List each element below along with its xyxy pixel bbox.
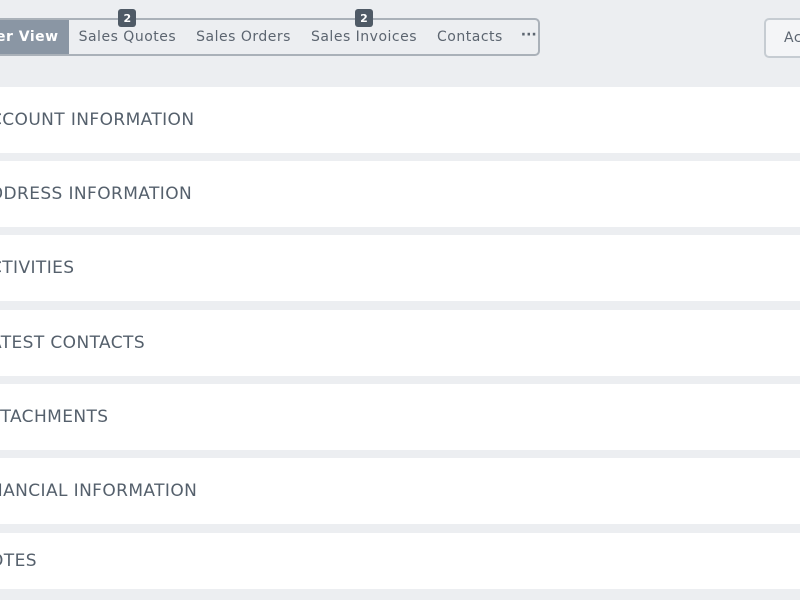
section-title: CCOUNT INFORMATION	[0, 110, 195, 130]
tab-overview-label: er View	[0, 29, 59, 45]
section-latest-contacts[interactable]: ATEST CONTACTS	[0, 310, 800, 376]
tab-overview[interactable]: er View	[0, 20, 69, 54]
tab-sales-invoices-label: Sales Invoices	[310, 29, 418, 45]
section-financial-information[interactable]: NANCIAL INFORMATION	[0, 458, 800, 524]
action-button[interactable]: Ac	[764, 18, 800, 58]
tab-contacts[interactable]: Contacts	[427, 20, 513, 54]
section-activities[interactable]: CTIVITIES	[0, 235, 800, 301]
section-title: DDRESS INFORMATION	[0, 184, 193, 204]
tab-sales-orders-label: Sales Orders	[196, 29, 291, 45]
action-button-label: Ac	[784, 30, 800, 46]
tab-sales-quotes[interactable]: 2 Sales Quotes	[69, 9, 187, 54]
section-title: OTES	[0, 551, 37, 571]
record-tab-bar: er View 2 Sales Quotes Sales Orders 2 Sa…	[0, 9, 540, 56]
more-tabs-button[interactable]: ···	[513, 20, 547, 54]
sales-invoices-count-badge: 2	[355, 9, 373, 27]
section-address-information[interactable]: DDRESS INFORMATION	[0, 161, 800, 227]
tab-sales-orders[interactable]: Sales Orders	[186, 20, 301, 54]
section-title: CTIVITIES	[0, 258, 75, 278]
section-title: ATEST CONTACTS	[0, 333, 146, 353]
section-attachments[interactable]: TTACHMENTS	[0, 384, 800, 450]
sales-quotes-count-badge: 2	[118, 9, 137, 27]
section-title: NANCIAL INFORMATION	[0, 481, 198, 501]
ellipsis-icon: ···	[520, 27, 537, 43]
section-account-information[interactable]: CCOUNT INFORMATION	[0, 87, 800, 153]
tab-contacts-label: Contacts	[437, 29, 503, 45]
tab-sales-quotes-label: Sales Quotes	[78, 29, 177, 45]
record-page: er View 2 Sales Quotes Sales Orders 2 Sa…	[0, 0, 800, 600]
section-notes[interactable]: OTES	[0, 533, 800, 589]
section-title: TTACHMENTS	[0, 407, 109, 427]
tab-sales-invoices[interactable]: 2 Sales Invoices	[301, 9, 427, 54]
